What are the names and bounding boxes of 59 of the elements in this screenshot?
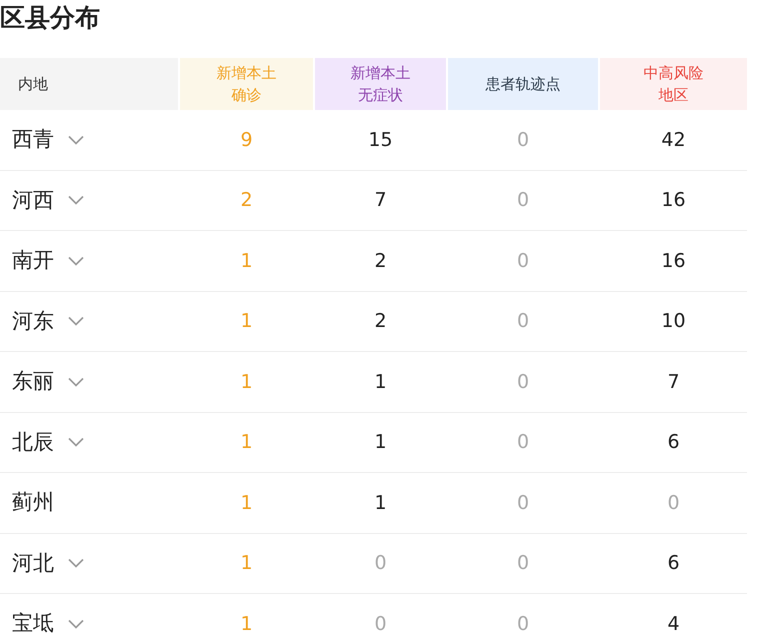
table-cell-text: 1 xyxy=(373,370,388,394)
table-cell-text: 0 xyxy=(516,128,530,152)
district-name: 河北 xyxy=(12,550,54,576)
table-cell-text: 1 xyxy=(239,309,254,334)
district-name: 北辰 xyxy=(12,428,54,456)
table-cell-text: 2 xyxy=(373,309,388,334)
table-cell-text: 6 xyxy=(666,430,681,455)
chevron-down-icon[interactable] xyxy=(68,316,84,326)
district-name: 宝坻 xyxy=(12,610,54,637)
chevron-down-icon[interactable] xyxy=(68,558,84,568)
column-header: 新增本土 无症状 xyxy=(315,58,446,110)
chevron-down-icon[interactable] xyxy=(68,256,84,266)
chevron-down-icon[interactable] xyxy=(68,618,84,629)
table-cell-text: 0 xyxy=(373,551,388,576)
table-cell-text: 16 xyxy=(660,248,687,274)
table-cell-text: 1 xyxy=(239,490,254,516)
table-cell-text: 1 xyxy=(239,430,254,455)
table-cell-text: 1 xyxy=(239,248,254,274)
table-cell-text: 0 xyxy=(516,430,530,455)
table-cell-text: 0 xyxy=(516,612,530,636)
chevron-down-icon[interactable] xyxy=(68,376,84,387)
table-cell-text: 2 xyxy=(239,188,254,213)
district-name: 东丽 xyxy=(12,368,54,395)
table-cell-text: 0 xyxy=(516,188,530,213)
column-header: 患者轨迹点 xyxy=(448,58,598,110)
column-header: 中高风险 地区 xyxy=(600,58,747,110)
column-header: 内地 xyxy=(0,58,178,110)
table-cell-text: 4 xyxy=(666,612,681,636)
table-cell-text: 7 xyxy=(373,188,388,213)
table-cell-text: 0 xyxy=(516,248,530,274)
district-name: 蓟州 xyxy=(12,489,54,516)
table-cell-text: 2 xyxy=(373,248,388,274)
table-cell-text: 7 xyxy=(666,370,681,394)
table-cell-text: 10 xyxy=(660,309,687,334)
chevron-down-icon[interactable] xyxy=(68,437,84,448)
table-cell-text: 42 xyxy=(660,128,687,152)
table-cell-text: 15 xyxy=(367,128,394,152)
table-cell-text: 0 xyxy=(516,551,530,576)
table-cell-text: 0 xyxy=(516,490,530,516)
district-name: 西青 xyxy=(12,126,54,153)
table-cell-text: 9 xyxy=(239,128,254,152)
table-cell-text: 1 xyxy=(239,370,254,394)
chevron-down-icon[interactable] xyxy=(68,195,84,206)
district-name: 河西 xyxy=(12,186,54,214)
table-cell-text: 1 xyxy=(373,490,388,516)
chevron-down-icon[interactable] xyxy=(68,134,84,145)
district-name: 南开 xyxy=(12,247,54,274)
table-cell-text: 0 xyxy=(666,490,681,516)
column-header: 新增本土 确诊 xyxy=(180,58,313,110)
table-cell-text: 1 xyxy=(373,430,388,455)
table-cell-text: 6 xyxy=(666,551,681,576)
page-title: 区县分布 xyxy=(0,2,101,34)
table-cell-text: 0 xyxy=(373,612,388,636)
table-cell-text: 1 xyxy=(239,551,254,576)
table-cell-text: 16 xyxy=(660,188,687,213)
table-cell-text: 0 xyxy=(516,309,530,334)
table-cell-text: 1 xyxy=(239,612,254,636)
table-cell-text: 0 xyxy=(516,370,530,394)
district-name: 河东 xyxy=(12,308,54,334)
